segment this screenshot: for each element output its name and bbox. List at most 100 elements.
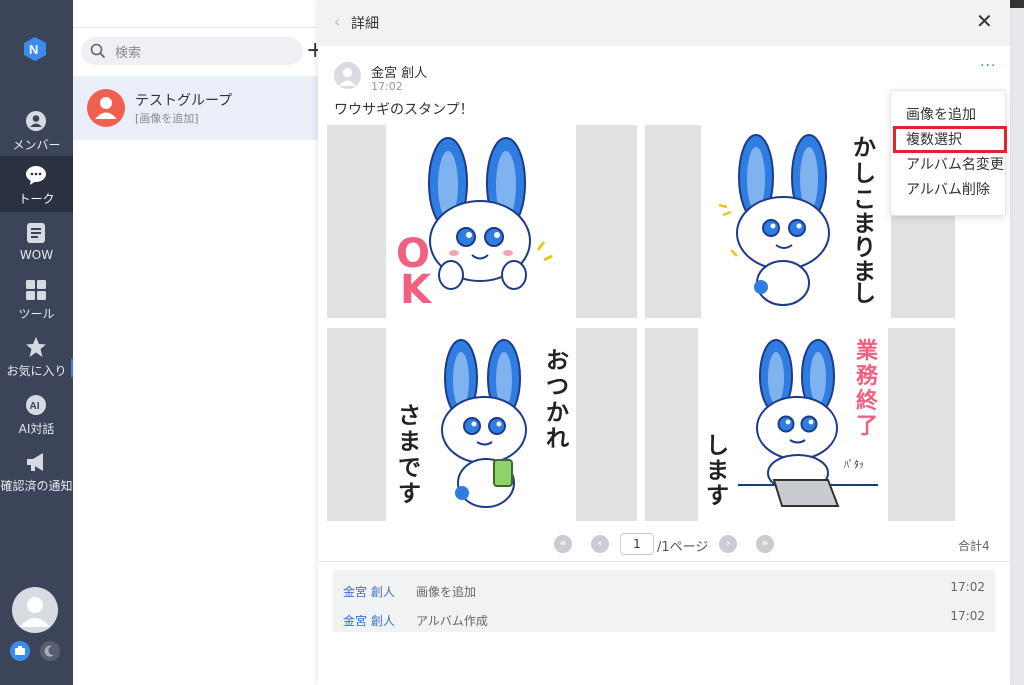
sticker-ok: O K (386, 125, 576, 318)
album-image[interactable]: O K (327, 125, 637, 318)
nav-label: ツール (18, 307, 55, 321)
nav-label: お気に入り (6, 364, 67, 378)
svg-text:り: り (853, 235, 876, 261)
history-user[interactable]: 金宮 創人 (343, 583, 395, 600)
svg-text:す: す (398, 481, 421, 507)
back-chevron-icon[interactable]: ‹ (334, 12, 340, 31)
menu-item-delete-album[interactable]: アルバム削除 (891, 178, 1007, 202)
nav-item-favorites[interactable]: お気に入り (0, 328, 73, 384)
svg-text:終: 終 (856, 388, 879, 414)
post-author-avatar[interactable] (334, 62, 361, 89)
history-action: アルバム作成 (416, 614, 488, 628)
nav-label: 確認済の通知 (0, 479, 73, 493)
svg-text:了: 了 (856, 414, 878, 439)
svg-text:か: か (853, 135, 876, 161)
star-icon (26, 337, 46, 357)
history-action: 画像を追加 (416, 585, 477, 599)
nav-item-notices[interactable]: 確認済の通知 (0, 443, 73, 499)
window-corner (1010, 0, 1024, 8)
nav-item-tools[interactable]: ツール (0, 271, 73, 327)
prev-page-icon[interactable]: ‹ (591, 535, 609, 553)
nav-label: トーク (18, 192, 55, 206)
close-icon[interactable]: ✕ (976, 9, 993, 33)
member-icon (26, 111, 46, 131)
more-options-button[interactable]: ··· (980, 58, 996, 74)
nav-item-member[interactable]: メンバー (0, 102, 73, 158)
svg-text:N: N (29, 42, 38, 57)
wow-icon (27, 223, 45, 243)
svg-text:お: お (546, 348, 569, 374)
user-avatar[interactable] (12, 587, 58, 633)
menu-item-rename-album[interactable]: アルバム名変更 (891, 153, 1007, 177)
svg-text:し: し (853, 281, 876, 307)
svg-text:し: し (853, 161, 876, 187)
svg-text:ま: ま (398, 429, 421, 455)
sticker-kashikomarimashita: か し こ ま り ま し (701, 125, 891, 318)
history-row: 金宮 創人 画像を追加 17:02 (333, 574, 995, 602)
search-box[interactable]: 検索 (81, 37, 303, 65)
nav-item-talk[interactable]: トーク (0, 156, 73, 212)
search-icon (90, 43, 106, 59)
next-page-icon[interactable]: › (719, 535, 737, 553)
svg-text:れ: れ (546, 426, 569, 452)
album-context-menu: 画像を追加 複数選択 アルバム名変更 アルバム削除 (890, 90, 1006, 216)
svg-text:つ: つ (546, 374, 569, 400)
post-message: ワウサギのスタンプ！ (334, 102, 474, 118)
post-time: 17:02 (371, 80, 403, 93)
album-image[interactable]: ﾊﾟﾀｯ 業 務 終 了 し ま す (645, 328, 955, 521)
activity-history: 金宮 創人 画像を追加 17:02 金宮 創人 アルバム作成 17:02 (333, 570, 995, 632)
rabbit-sticker-end-of-work-image: ﾊﾟﾀｯ 業 務 終 了 し ま す (706, 339, 879, 509)
svg-text:す: す (706, 483, 729, 509)
moon-icon[interactable] (40, 641, 60, 661)
last-page-icon[interactable]: » (756, 535, 774, 553)
list-header (73, 0, 318, 28)
status-briefcase-icon[interactable] (10, 641, 30, 661)
panel-header: ‹ 詳細 ✕ (318, 0, 1010, 46)
history-time: 17:02 (950, 609, 985, 623)
user-silhouette-icon (20, 597, 50, 627)
first-page-icon[interactable]: « (554, 535, 572, 553)
item-count: 合計4 (958, 539, 990, 553)
highlight-box (893, 126, 1007, 153)
menu-item-add-image[interactable]: 画像を追加 (891, 103, 1007, 127)
nav-label: WOW (19, 248, 54, 262)
history-row: 金宮 創人 アルバム作成 17:02 (333, 603, 995, 631)
user-silhouette-icon (339, 67, 356, 86)
sticker-otsukaresamadesu: お つ か れ さ ま で す (386, 328, 576, 521)
post-author-name: 金宮 創人 (371, 66, 428, 81)
album-image[interactable]: お つ か れ さ ま で す (327, 328, 637, 521)
conversation-item[interactable]: テストグループ [画像を追加] (73, 76, 318, 140)
nav-item-wow[interactable]: WOW (0, 214, 73, 270)
rabbit-sticker-ok-image: O K (396, 137, 553, 313)
svg-text:K: K (400, 267, 433, 313)
sticker-gyoumu-shuuryou: ﾊﾟﾀｯ 業 務 終 了 し ま す (698, 328, 888, 521)
page-total: /1ページ (657, 540, 709, 555)
tools-icon (26, 280, 46, 300)
svg-text:AI: AI (30, 401, 40, 412)
svg-text:ﾊﾟﾀｯ: ﾊﾟﾀｯ (844, 459, 864, 471)
nav-item-ai[interactable]: AI AI対話 (0, 386, 73, 442)
svg-text:務: 務 (856, 363, 879, 389)
svg-text:こ: こ (853, 187, 876, 213)
nav-label: メンバー (12, 138, 61, 152)
history-user[interactable]: 金宮 創人 (343, 612, 395, 629)
left-nav: N メンバー トーク WOW ツール お気に入り AI AI対話 確認済の通知 (0, 0, 80, 685)
megaphone-icon (27, 453, 43, 471)
svg-text:か: か (546, 400, 569, 426)
chat-icon (26, 166, 46, 185)
history-time: 17:02 (950, 580, 985, 594)
ai-icon: AI (26, 395, 46, 415)
rabbit-sticker-good-work-image: お つ か れ さ ま で す (398, 339, 569, 508)
svg-text:で: で (398, 455, 421, 481)
group-avatar (87, 89, 125, 127)
app-logo[interactable]: N (22, 36, 48, 62)
divider (318, 561, 1010, 562)
svg-text:ま: ま (853, 211, 876, 237)
conversation-last-message: [画像を追加] (135, 112, 199, 125)
svg-text:ま: ま (706, 458, 729, 484)
nav-label: AI対話 (18, 422, 55, 436)
svg-text:さ: さ (398, 403, 421, 429)
conversation-list: 検索 + テストグループ [画像を追加] (73, 0, 324, 685)
page-number-input[interactable]: 1 (620, 533, 654, 555)
conversation-name: テストグループ (135, 93, 233, 109)
